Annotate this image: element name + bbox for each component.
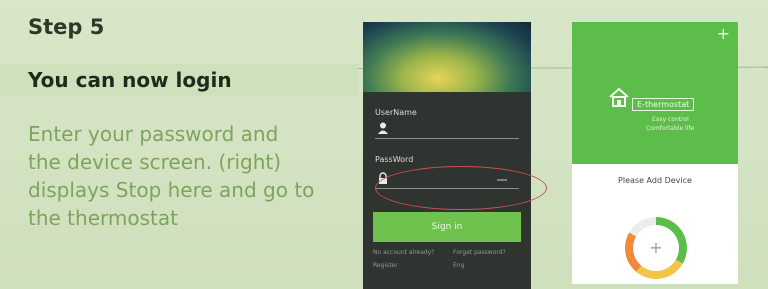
instruction-line: the device screen. (right) [28, 150, 282, 174]
brand-name: E-thermostat [632, 98, 695, 111]
password-highlight-ring [375, 166, 547, 210]
login-screen: UserName PassWord Sign in No account alr… [363, 22, 531, 289]
home-icon [609, 87, 629, 107]
user-icon [378, 122, 388, 134]
forget-password-link[interactable]: Forget password? [453, 249, 506, 256]
tagline-1: Easy control [652, 116, 689, 123]
add-device-gauge[interactable]: + [625, 217, 687, 279]
instruction-line: the thermostat [28, 206, 178, 230]
instruction-line: displays Stop here and go to [28, 178, 315, 202]
app-header: + E-thermostat Easy control Comfortable … [572, 22, 738, 164]
no-account-link[interactable]: No account already? [373, 249, 434, 256]
please-add-device-text: Please Add Device [618, 176, 692, 185]
instructions-text: Enter your password and the device scree… [28, 120, 358, 232]
username-input[interactable] [375, 138, 519, 139]
add-icon[interactable]: + [717, 24, 730, 43]
username-label: UserName [375, 108, 417, 117]
app-screen: + E-thermostat Easy control Comfortable … [572, 22, 738, 284]
register-link[interactable]: Register [373, 262, 398, 269]
language-link[interactable]: Eng [453, 262, 464, 269]
password-label: PassWord [375, 155, 414, 164]
instruction-line: Enter your password and [28, 122, 279, 146]
instruction-column: Step 5 You can now login Enter your pass… [0, 0, 360, 289]
tagline-2: Comfortable life [646, 125, 695, 132]
earth-banner-image [363, 22, 531, 92]
step-subtitle: You can now login [28, 68, 232, 92]
sign-in-button[interactable]: Sign in [373, 212, 521, 242]
step-title: Step 5 [28, 15, 105, 39]
gauge-plus-icon[interactable]: + [633, 225, 679, 271]
